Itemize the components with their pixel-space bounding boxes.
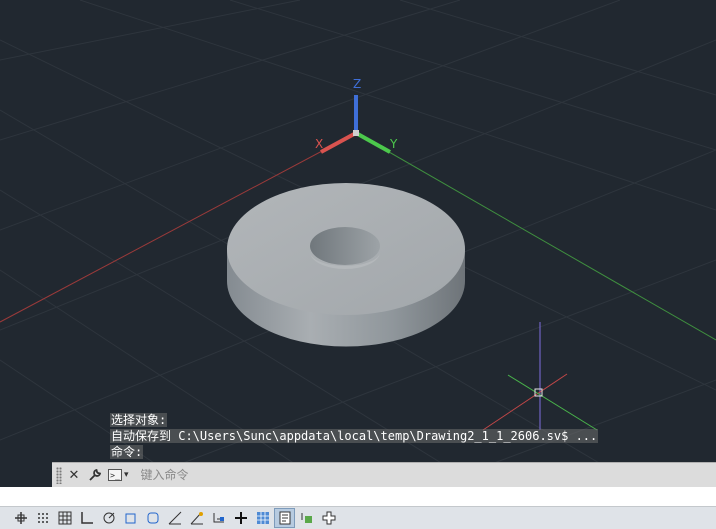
selection-cycling-icon[interactable] xyxy=(318,508,339,528)
snap-icon[interactable] xyxy=(32,508,53,528)
grid-icon[interactable] xyxy=(54,508,75,528)
washer-solid[interactable] xyxy=(227,183,465,347)
polar-icon[interactable] xyxy=(98,508,119,528)
wrench-icon[interactable] xyxy=(86,466,104,484)
quick-properties-icon[interactable] xyxy=(296,508,317,528)
isodraft-icon[interactable] xyxy=(120,508,141,528)
history-line: 选择对象: xyxy=(110,413,168,427)
ucs-x-label: X xyxy=(315,137,323,151)
command-line: ✕ >_ ▾ xyxy=(52,462,716,487)
drawing-viewport[interactable]: Z X Y 选择对象: 自动保存到 C:\Users\Sunc\appdata\… xyxy=(0,0,716,487)
object-snap-icon[interactable] xyxy=(164,508,185,528)
dynamic-input-icon[interactable] xyxy=(252,508,273,528)
layout-tabs-area xyxy=(0,487,716,506)
ucs-icon[interactable]: Z X Y xyxy=(315,77,398,154)
command-input[interactable] xyxy=(138,467,543,483)
history-line: 自动保存到 C:\Users\Sunc\appdata\local\temp\D… xyxy=(110,429,599,443)
annotation-visibility-icon[interactable] xyxy=(208,508,229,528)
ortho-icon[interactable] xyxy=(76,508,97,528)
command-history: 选择对象: 自动保存到 C:\Users\Sunc\appdata\local\… xyxy=(110,412,599,460)
command-prompt-icon: >_ xyxy=(108,469,122,481)
history-line: 命令: xyxy=(110,445,144,459)
close-icon[interactable]: ✕ xyxy=(65,466,83,484)
transparency-icon[interactable] xyxy=(274,508,295,528)
ucs-y-label: Y xyxy=(389,137,398,151)
model-space-icon[interactable] xyxy=(10,508,31,528)
lineweight-icon[interactable] xyxy=(230,508,251,528)
grip-handle[interactable] xyxy=(56,466,62,484)
ucs-z-label: Z xyxy=(353,77,361,91)
chevron-down-icon: ▾ xyxy=(124,470,129,480)
object-snap-tracking-icon[interactable] xyxy=(142,508,163,528)
command-prompt-button[interactable]: >_ ▾ xyxy=(108,469,129,481)
status-bar xyxy=(0,506,716,529)
dynamic-ucs-icon[interactable] xyxy=(186,508,207,528)
